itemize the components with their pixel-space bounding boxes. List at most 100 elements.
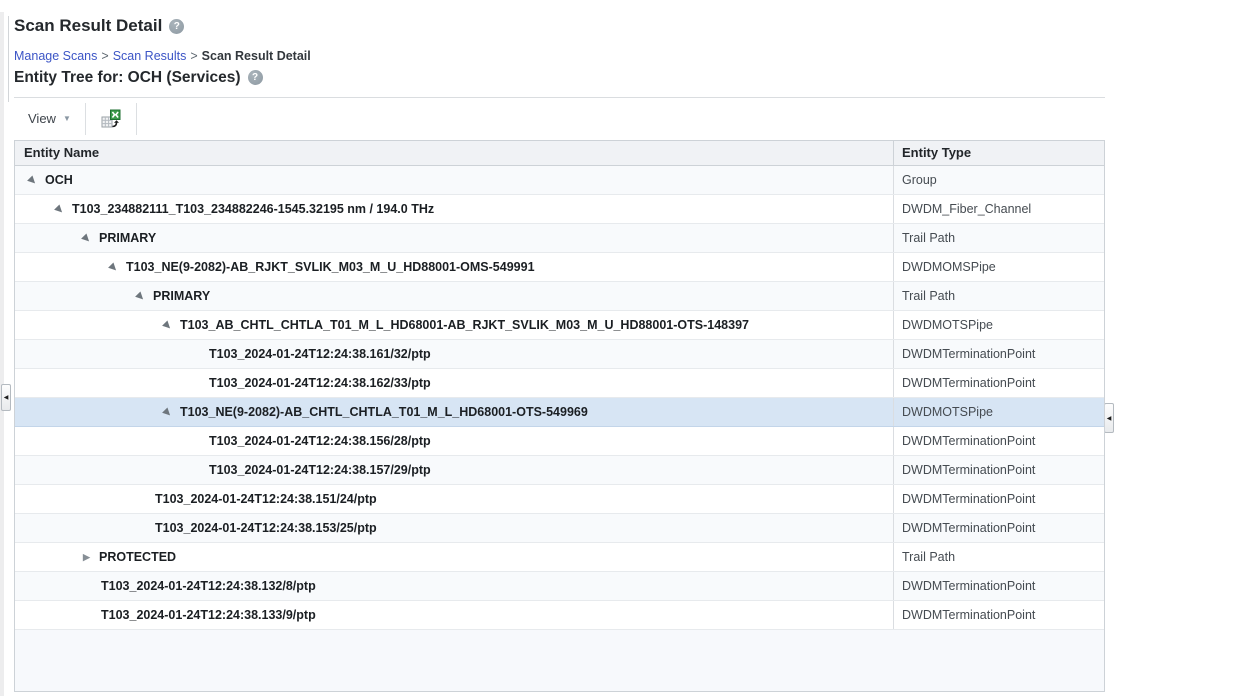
entity-type-cell: DWDMTerminationPoint: [894, 601, 1104, 629]
entity-name-text: PRIMARY: [153, 289, 211, 303]
entity-name-cell: T103_2024-01-24T12:24:38.162/33/ptp: [15, 369, 894, 397]
tree-row[interactable]: ▶ PROTECTED Trail Path: [15, 543, 1104, 572]
entity-type-text: DWDMOMSPipe: [902, 260, 996, 274]
chevron-left-icon: ◀: [3, 395, 9, 401]
tree-collapse-icon[interactable]: ▶: [79, 231, 93, 245]
tree-collapse-icon[interactable]: ▶: [106, 260, 120, 274]
entity-tree-table: Entity Name Entity Type ▶ OCH Group ▶ T1…: [14, 140, 1105, 692]
entity-name-cell: T103_2024-01-24T12:24:38.132/8/ptp: [15, 572, 894, 600]
entity-type-text: Trail Path: [902, 550, 956, 564]
toolbar-separator: [136, 103, 137, 135]
tree-row[interactable]: T103_2024-01-24T12:24:38.132/8/ptp DWDMT…: [15, 572, 1104, 601]
tree-row[interactable]: ▶ PRIMARY Trail Path: [15, 282, 1104, 311]
tree-row[interactable]: ▶ T103_AB_CHTL_CHTLA_T01_M_L_HD68001-AB_…: [15, 311, 1104, 340]
help-icon[interactable]: ?: [247, 70, 263, 85]
tree-row[interactable]: T103_2024-01-24T12:24:38.133/9/ptp DWDMT…: [15, 601, 1104, 630]
entity-name-cell: ▶ PRIMARY: [15, 224, 894, 252]
tree-row[interactable]: ▶ T103_234882111_T103_234882246-1545.321…: [15, 195, 1104, 224]
section-heading-text: Entity Tree for: OCH (Services): [14, 69, 241, 86]
export-excel-icon: [101, 109, 121, 128]
entity-name-text: T103_2024-01-24T12:24:38.157/29/ptp: [209, 463, 431, 477]
entity-type-cell: Trail Path: [894, 282, 1104, 310]
entity-name-text: T103_2024-01-24T12:24:38.162/33/ptp: [209, 376, 431, 390]
tree-row[interactable]: T103_2024-01-24T12:24:38.153/25/ptp DWDM…: [15, 514, 1104, 543]
tree-row[interactable]: T103_2024-01-24T12:24:38.162/33/ptp DWDM…: [15, 369, 1104, 398]
view-menu-button[interactable]: View ▼: [24, 109, 75, 128]
tree-row[interactable]: T103_2024-01-24T12:24:38.156/28/ptp DWDM…: [15, 427, 1104, 456]
entity-name-text: T103_2024-01-24T12:24:38.153/25/ptp: [155, 521, 377, 535]
entity-type-cell: DWDMTerminationPoint: [894, 427, 1104, 455]
tree-row[interactable]: ▶ OCH Group: [15, 166, 1104, 195]
entity-type-cell: DWDMTerminationPoint: [894, 572, 1104, 600]
right-splitter-collapse-button[interactable]: ◀: [1104, 403, 1114, 433]
export-to-excel-button[interactable]: [98, 106, 124, 132]
entity-type-cell: DWDMTerminationPoint: [894, 456, 1104, 484]
toolbar-separator: [85, 103, 86, 135]
tree-collapse-icon[interactable]: ▶: [133, 289, 147, 303]
table-empty-area: [15, 630, 1104, 692]
breadcrumb-link-scan-results[interactable]: Scan Results: [113, 49, 187, 63]
entity-type-text: DWDMTerminationPoint: [902, 521, 1036, 535]
breadcrumb-separator: >: [190, 49, 198, 63]
entity-type-text: DWDMTerminationPoint: [902, 579, 1036, 593]
entity-name-cell: ▶ OCH: [15, 166, 894, 194]
tree-expand-icon[interactable]: ▶: [81, 552, 92, 562]
entity-name-cell: T103_2024-01-24T12:24:38.161/32/ptp: [15, 340, 894, 368]
entity-type-text: DWDMTerminationPoint: [902, 608, 1036, 622]
left-scroll-gutter: [0, 12, 4, 696]
entity-type-text: Group: [902, 173, 937, 187]
chevron-down-icon: ▼: [62, 114, 71, 123]
entity-type-text: Trail Path: [902, 289, 956, 303]
column-header-entity-name[interactable]: Entity Name: [15, 141, 894, 165]
tree-row[interactable]: T103_2024-01-24T12:24:38.157/29/ptp DWDM…: [15, 456, 1104, 485]
section-heading: Entity Tree for: OCH (Services)?: [14, 69, 263, 87]
entity-type-text: Trail Path: [902, 231, 956, 245]
breadcrumb-link-manage-scans[interactable]: Manage Scans: [14, 49, 97, 63]
entity-name-cell: ▶ T103_NE(9-2082)-AB_CHTL_CHTLA_T01_M_L_…: [15, 398, 894, 426]
entity-name-cell: T103_2024-01-24T12:24:38.156/28/ptp: [15, 427, 894, 455]
entity-name-cell: T103_2024-01-24T12:24:38.157/29/ptp: [15, 456, 894, 484]
entity-name-cell: ▶ T103_NE(9-2082)-AB_RJKT_SVLIK_M03_M_U_…: [15, 253, 894, 281]
entity-type-cell: DWDMTerminationPoint: [894, 485, 1104, 513]
entity-name-text: T103_NE(9-2082)-AB_RJKT_SVLIK_M03_M_U_HD…: [126, 260, 535, 274]
entity-type-cell: DWDMTerminationPoint: [894, 369, 1104, 397]
entity-type-text: DWDMTerminationPoint: [902, 376, 1036, 390]
help-icon[interactable]: ?: [169, 19, 185, 34]
entity-type-cell: DWDMOTSPipe: [894, 398, 1104, 426]
entity-type-text: DWDMTerminationPoint: [902, 434, 1036, 448]
entity-name-text: T103_234882111_T103_234882246-1545.32195…: [72, 202, 435, 216]
table-header-row: Entity Name Entity Type: [15, 140, 1104, 166]
entity-name-cell: T103_2024-01-24T12:24:38.133/9/ptp: [15, 601, 894, 629]
entity-type-cell: Group: [894, 166, 1104, 194]
tree-collapse-icon[interactable]: ▶: [25, 173, 39, 187]
entity-type-cell: DWDMTerminationPoint: [894, 514, 1104, 542]
entity-type-text: DWDMOTSPipe: [902, 318, 993, 332]
entity-name-text: T103_2024-01-24T12:24:38.151/24/ptp: [155, 492, 377, 506]
entity-type-cell: DWDMTerminationPoint: [894, 340, 1104, 368]
view-menu-label: View: [28, 111, 56, 126]
entity-name-cell: ▶ T103_234882111_T103_234882246-1545.321…: [15, 195, 894, 223]
tree-row[interactable]: T103_2024-01-24T12:24:38.161/32/ptp DWDM…: [15, 340, 1104, 369]
tree-row[interactable]: ▶ PRIMARY Trail Path: [15, 224, 1104, 253]
entity-type-text: DWDMTerminationPoint: [902, 492, 1036, 506]
page-title-text: Scan Result Detail: [14, 16, 163, 35]
entity-name-cell: ▶ T103_AB_CHTL_CHTLA_T01_M_L_HD68001-AB_…: [15, 311, 894, 339]
entity-name-text: T103_AB_CHTL_CHTLA_T01_M_L_HD68001-AB_RJ…: [180, 318, 749, 332]
page-title: Scan Result Detail?: [14, 16, 185, 36]
column-header-entity-type[interactable]: Entity Type: [894, 141, 1104, 165]
entity-name-cell: T103_2024-01-24T12:24:38.151/24/ptp: [15, 485, 894, 513]
entity-name-text: T103_2024-01-24T12:24:38.132/8/ptp: [101, 579, 316, 593]
tree-row[interactable]: T103_2024-01-24T12:24:38.151/24/ptp DWDM…: [15, 485, 1104, 514]
entity-name-cell: T103_2024-01-24T12:24:38.153/25/ptp: [15, 514, 894, 542]
tree-collapse-icon[interactable]: ▶: [160, 318, 174, 332]
tree-row[interactable]: ▶ T103_NE(9-2082)-AB_CHTL_CHTLA_T01_M_L_…: [15, 398, 1104, 427]
table-body: ▶ OCH Group ▶ T103_234882111_T103_234882…: [15, 166, 1104, 630]
tree-collapse-icon[interactable]: ▶: [160, 405, 174, 419]
left-splitter-collapse-button[interactable]: ◀: [1, 384, 11, 411]
tree-row[interactable]: ▶ T103_NE(9-2082)-AB_RJKT_SVLIK_M03_M_U_…: [15, 253, 1104, 282]
entity-type-cell: Trail Path: [894, 224, 1104, 252]
entity-name-cell: ▶ PRIMARY: [15, 282, 894, 310]
tree-collapse-icon[interactable]: ▶: [52, 202, 66, 216]
entity-type-text: DWDMTerminationPoint: [902, 347, 1036, 361]
entity-name-text: T103_2024-01-24T12:24:38.133/9/ptp: [101, 608, 316, 622]
